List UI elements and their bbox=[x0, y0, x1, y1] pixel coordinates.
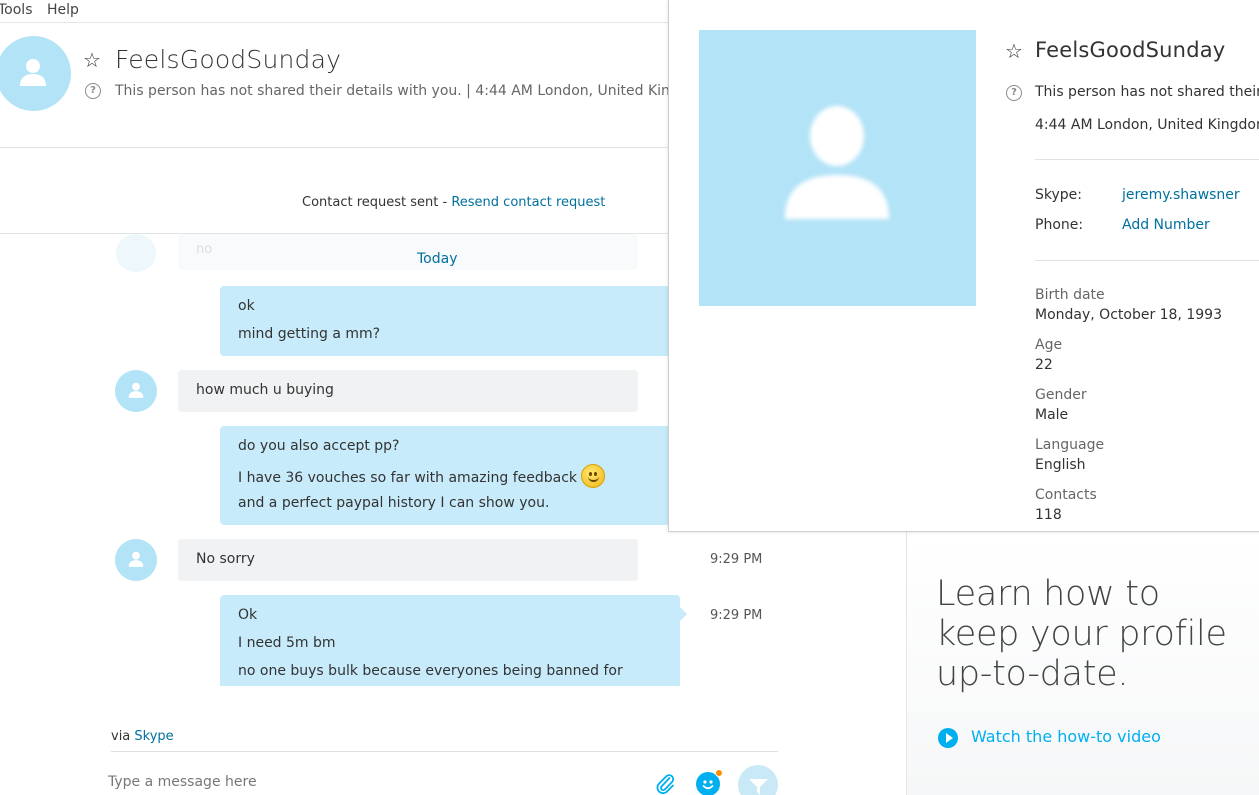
smiley-emoticon-icon bbox=[581, 464, 606, 488]
resend-contact-request-link[interactable]: Resend contact request bbox=[451, 195, 605, 210]
message-timestamp: 9:29 PM bbox=[710, 608, 763, 623]
send-button[interactable] bbox=[738, 765, 778, 795]
faded-message-bubble bbox=[178, 234, 638, 270]
message-line: I need 5m bm bbox=[238, 635, 336, 651]
birth-date-label: Birth date bbox=[1035, 287, 1105, 303]
phone-label: Phone: bbox=[1035, 217, 1084, 233]
via-label: via Skype bbox=[111, 729, 174, 744]
popup-contact-name: FeelsGoodSunday bbox=[1035, 38, 1226, 62]
help-circle-icon[interactable]: ? bbox=[85, 83, 101, 99]
composer-divider bbox=[111, 751, 778, 752]
favorite-star-icon[interactable]: ☆ bbox=[83, 50, 101, 70]
promo-divider bbox=[906, 532, 907, 795]
add-number-link[interactable]: Add Number bbox=[1122, 217, 1210, 233]
message-line: I have 36 vouches so far with amazing fe… bbox=[238, 470, 578, 486]
message-line: Ok bbox=[238, 607, 258, 623]
sender-avatar[interactable] bbox=[115, 539, 157, 581]
message-line: and a perfect paypal history I can show … bbox=[238, 495, 550, 511]
message-bubble-outgoing[interactable]: Ok I need 5m bm no one buys bulk because… bbox=[220, 595, 680, 690]
emoticon-button[interactable] bbox=[696, 769, 723, 795]
skype-label: Skype: bbox=[1035, 187, 1082, 203]
watch-video-link[interactable]: Watch the how-to video bbox=[971, 727, 1161, 746]
message-timestamp: 9:29 PM bbox=[710, 552, 763, 567]
age-label: Age bbox=[1035, 337, 1063, 353]
contact-request-text: Contact request sent - bbox=[302, 195, 452, 210]
popup-status-text: This person has not shared their details… bbox=[1035, 84, 1259, 100]
menu-divider bbox=[0, 22, 670, 23]
message-line: ok bbox=[238, 298, 255, 314]
language-label: Language bbox=[1035, 437, 1105, 453]
popup-divider bbox=[1035, 159, 1259, 160]
contact-avatar[interactable] bbox=[0, 36, 71, 111]
birth-date-value: Monday, October 18, 1993 bbox=[1035, 307, 1222, 323]
message-bubble-outgoing[interactable]: ok mind getting a mm? bbox=[220, 286, 680, 356]
notification-dot bbox=[715, 769, 723, 777]
faded-message-text: no bbox=[196, 242, 213, 257]
contact-name-title: FeelsGoodSunday bbox=[115, 45, 342, 74]
age-value: 22 bbox=[1035, 357, 1053, 373]
bubble-tail bbox=[680, 607, 687, 621]
message-bubble-incoming[interactable]: No sorry bbox=[178, 539, 638, 581]
via-skype-link[interactable]: Skype bbox=[134, 729, 173, 744]
profile-photo bbox=[699, 30, 976, 306]
contacts-label: Contacts bbox=[1035, 487, 1097, 503]
language-value: English bbox=[1035, 457, 1086, 473]
message-line: no one buys bulk because everyones being… bbox=[238, 663, 623, 679]
message-bubble-incoming[interactable]: how much u buying bbox=[178, 370, 638, 412]
sender-avatar[interactable] bbox=[115, 370, 157, 412]
popup-divider bbox=[1035, 260, 1259, 261]
date-divider: Today bbox=[417, 251, 458, 267]
attach-icon[interactable] bbox=[653, 772, 677, 795]
message-line: No sorry bbox=[196, 551, 255, 567]
avatar-person-icon bbox=[785, 106, 889, 219]
play-icon[interactable] bbox=[938, 728, 958, 748]
profile-popup: ☆ FeelsGoodSunday ? This person has not … bbox=[668, 0, 1259, 532]
chat-clip-mask bbox=[100, 686, 700, 726]
contacts-value: 118 bbox=[1035, 507, 1062, 523]
contact-request-notice: Contact request sent - Resend contact re… bbox=[302, 195, 605, 210]
message-bubble-outgoing[interactable]: do you also accept pp? I have 36 vouches… bbox=[220, 426, 680, 525]
faded-avatar bbox=[116, 234, 156, 272]
favorite-star-icon[interactable]: ☆ bbox=[1005, 41, 1023, 61]
menu-help[interactable]: Help bbox=[47, 2, 79, 18]
skype-username-link[interactable]: jeremy.shawsner bbox=[1122, 187, 1240, 203]
contact-status-text: This person has not shared their details… bbox=[115, 83, 669, 99]
help-circle-icon[interactable]: ? bbox=[1006, 85, 1022, 101]
avatar-person-icon bbox=[20, 59, 46, 86]
send-icon bbox=[749, 779, 768, 795]
via-prefix: via bbox=[111, 729, 135, 744]
message-line: do you also accept pp? bbox=[238, 438, 400, 454]
gender-value: Male bbox=[1035, 407, 1069, 423]
gender-label: Gender bbox=[1035, 387, 1087, 403]
message-line: how much u buying bbox=[196, 382, 334, 398]
popup-local-time: 4:44 AM London, United Kingdom bbox=[1035, 117, 1259, 133]
avatar-person-icon bbox=[128, 551, 144, 567]
menu-bar: Tools Help bbox=[0, 0, 670, 22]
message-line: mind getting a mm? bbox=[238, 326, 381, 342]
menu-tools[interactable]: Tools bbox=[0, 2, 33, 18]
promo-title: Learn how to keep your profile up-to-dat… bbox=[936, 574, 1227, 694]
avatar-person-icon bbox=[128, 382, 144, 398]
message-input[interactable] bbox=[108, 770, 608, 794]
header-divider bbox=[0, 147, 670, 148]
